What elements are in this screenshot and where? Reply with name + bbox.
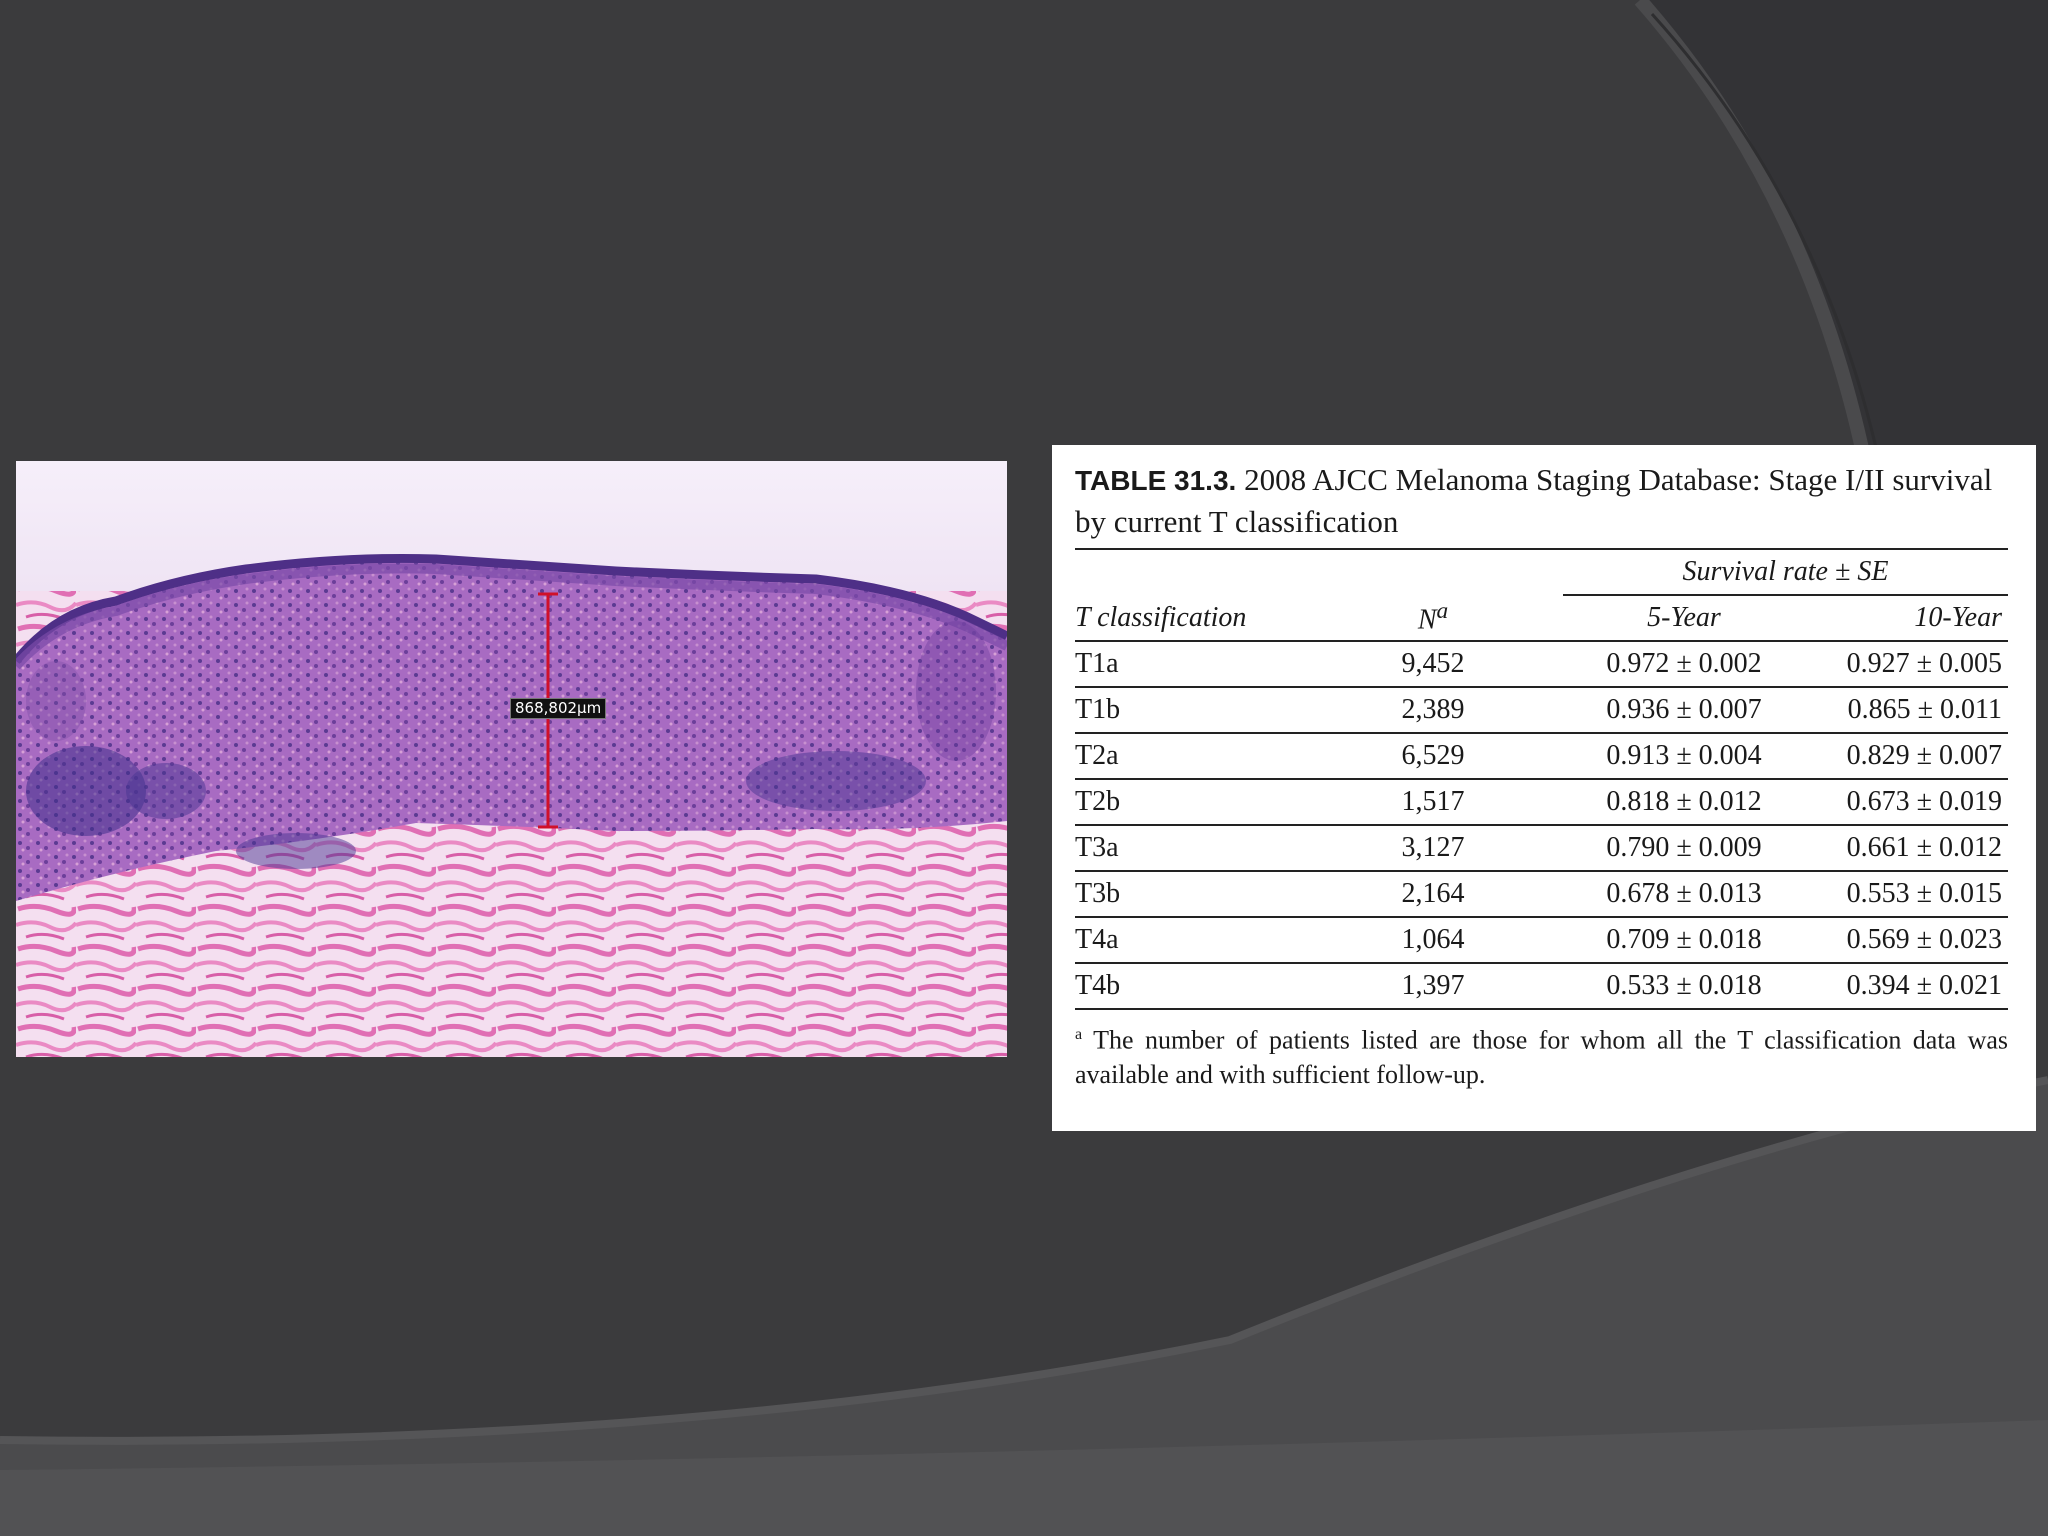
cell-n: 1,517	[1401, 786, 1465, 817]
cell-n: 1,397	[1401, 970, 1465, 1001]
cell-5-year: 0.533 ± 0.018	[1606, 970, 1762, 1001]
cell-t-class: T1a	[1075, 648, 1119, 679]
cell-10-year: 0.673 ± 0.019	[1846, 786, 2002, 817]
table-row: T2b 1,517 0.818 ± 0.012 0.673 ± 0.019	[1075, 779, 2008, 825]
stained-tissue-section	[16, 461, 1007, 1057]
table-header-row: T classification Na 5-Year 10-Year	[1075, 595, 2008, 642]
col-header-n-text: N	[1417, 604, 1437, 636]
cell-t-class: T1b	[1075, 694, 1121, 725]
table-row: T4b 1,397 0.533 ± 0.018 0.394 ± 0.021	[1075, 963, 2008, 1009]
histology-micrograph: 868,802µm	[16, 461, 1007, 1057]
table-row: T3b 2,164 0.678 ± 0.013 0.553 ± 0.015	[1075, 871, 2008, 917]
cell-5-year: 0.818 ± 0.012	[1606, 786, 1762, 817]
cell-10-year: 0.553 ± 0.015	[1846, 878, 2002, 909]
survival-table-panel: TABLE 31.3. 2008 AJCC Melanoma Staging D…	[1052, 445, 2036, 1131]
cell-10-year: 0.569 ± 0.023	[1846, 924, 2002, 955]
table-row: T1b 2,389 0.936 ± 0.007 0.865 ± 0.011	[1075, 687, 2008, 733]
cell-10-year: 0.829 ± 0.007	[1846, 740, 2002, 771]
col-header-t-classification: T classification	[1075, 595, 1303, 642]
table-row: T3a 3,127 0.790 ± 0.009 0.661 ± 0.012	[1075, 825, 2008, 871]
cell-5-year: 0.678 ± 0.013	[1606, 878, 1762, 909]
cell-t-class: T3b	[1075, 878, 1121, 909]
col-header-n-marker: a	[1436, 598, 1449, 625]
cell-10-year: 0.927 ± 0.005	[1846, 648, 2002, 679]
cell-n: 1,064	[1401, 924, 1465, 955]
table-label: TABLE 31.3.	[1075, 465, 1237, 496]
cell-t-class: T2b	[1075, 786, 1121, 817]
cell-10-year: 0.394 ± 0.021	[1846, 970, 2002, 1001]
table-footnote: a The number of patients listed are thos…	[1075, 1018, 2008, 1092]
cell-10-year: 0.865 ± 0.011	[1847, 694, 2002, 725]
cell-5-year: 0.913 ± 0.004	[1606, 740, 1762, 771]
table-row: T2a 6,529 0.913 ± 0.004 0.829 ± 0.007	[1075, 733, 2008, 779]
cell-5-year: 0.790 ± 0.009	[1606, 832, 1762, 863]
col-header-n: Na	[1303, 595, 1563, 642]
col-header-5-year: 5-Year	[1563, 595, 1805, 642]
footnote-marker: a	[1075, 1026, 1083, 1043]
cell-n: 3,127	[1401, 832, 1465, 863]
survival-rate-spanner: Survival rate ± SE	[1563, 549, 2008, 596]
table-spanner-row: Survival rate ± SE	[1075, 549, 2008, 596]
cell-t-class: T2a	[1075, 740, 1119, 771]
cell-n: 6,529	[1401, 740, 1465, 771]
footnote-text: The number of patients listed are those …	[1075, 1025, 2009, 1089]
cell-10-year: 0.661 ± 0.012	[1846, 832, 2002, 863]
cell-n: 9,452	[1401, 648, 1465, 679]
cell-5-year: 0.972 ± 0.002	[1606, 648, 1762, 679]
survival-table: Survival rate ± SE T classification Na 5…	[1075, 548, 2008, 1010]
cell-5-year: 0.709 ± 0.018	[1606, 924, 1762, 955]
measurement-label: 868,802µm	[510, 698, 607, 719]
table-caption: TABLE 31.3. 2008 AJCC Melanoma Staging D…	[1075, 459, 2008, 542]
cell-5-year: 0.936 ± 0.007	[1606, 694, 1762, 725]
cell-t-class: T4a	[1075, 924, 1119, 955]
cell-n: 2,164	[1401, 878, 1465, 909]
table-row: T4a 1,064 0.709 ± 0.018 0.569 ± 0.023	[1075, 917, 2008, 963]
cell-t-class: T4b	[1075, 970, 1121, 1001]
table-row: T1a 9,452 0.972 ± 0.002 0.927 ± 0.005	[1075, 641, 2008, 687]
cell-n: 2,389	[1401, 694, 1465, 725]
cell-t-class: T3a	[1075, 832, 1119, 863]
col-header-10-year: 10-Year	[1805, 595, 2008, 642]
